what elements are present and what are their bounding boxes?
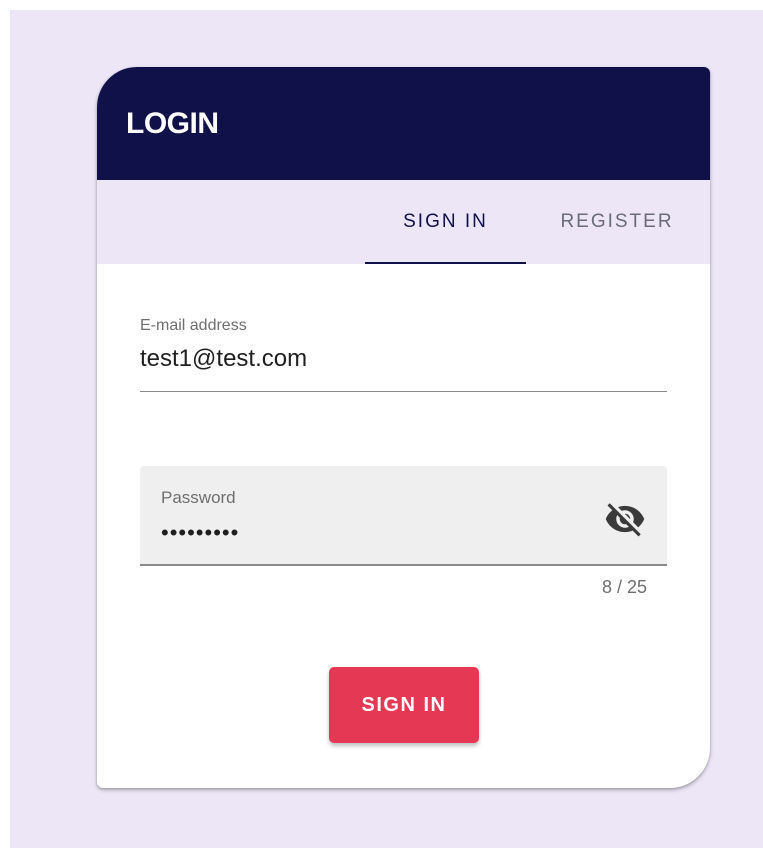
active-tab-indicator (365, 262, 526, 264)
password-char-counter: 8 / 25 (601, 577, 647, 597)
tab-register[interactable]: REGISTER (542, 180, 692, 264)
card-header: LOGIN (97, 67, 710, 180)
password-field[interactable]: Password ••••••••• (140, 466, 667, 566)
card-title: LOGIN (126, 107, 219, 140)
email-field[interactable]: E-mail address test1@test.com (140, 313, 667, 393)
login-card: LOGIN SIGN IN REGISTER E-mail address te… (97, 67, 710, 788)
tab-sign-in[interactable]: SIGN IN (365, 180, 526, 264)
password-underline (140, 564, 667, 566)
email-label: E-mail address (140, 317, 247, 334)
email-underline (140, 391, 667, 392)
tab-bar: SIGN IN REGISTER (97, 180, 710, 264)
sign-in-button[interactable]: SIGN IN (329, 667, 479, 743)
password-label: Password (161, 488, 236, 507)
email-input[interactable]: test1@test.com (140, 345, 307, 373)
password-input[interactable]: ••••••••• (161, 520, 239, 546)
visibility-off-icon[interactable] (604, 498, 646, 540)
